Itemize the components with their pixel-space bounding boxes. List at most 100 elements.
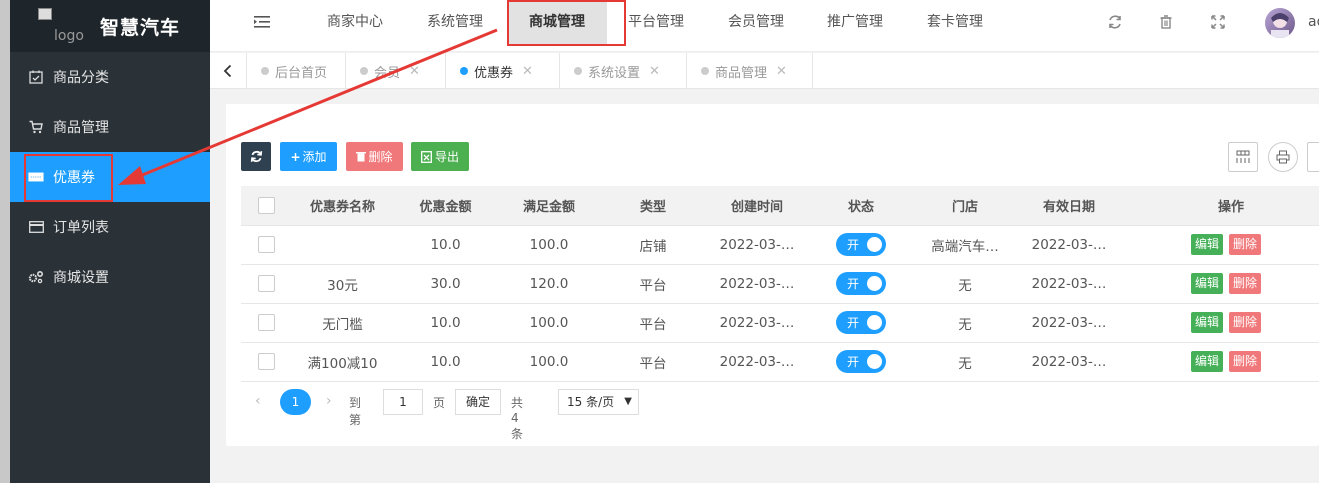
refresh-table-button[interactable] <box>241 142 271 171</box>
tab-label: 商品管理 <box>715 65 768 81</box>
topnav-item-4[interactable]: 会员管理 <box>706 0 806 44</box>
cell-type: 平台 <box>601 264 705 304</box>
column-header: 创建时间 <box>705 186 809 226</box>
status-toggle[interactable]: 开 <box>836 311 886 334</box>
column-header: 优惠金额 <box>394 186 497 226</box>
tab-1[interactable]: 会员 ✕ <box>346 53 446 89</box>
delete-button[interactable]: 删除 <box>346 142 403 171</box>
table-header: 优惠券名称 优惠金额 满足金额 类型 创建时间 状态 门店 有效日期 操作 <box>241 186 1319 226</box>
cell-name: 30元 <box>291 264 394 304</box>
menu-toggle-icon[interactable] <box>254 15 270 29</box>
sidebar-item-0[interactable]: 商品分类 <box>10 52 210 102</box>
tabs-scroll-left-button[interactable] <box>210 53 247 89</box>
sidebar-item-3[interactable]: 订单列表 <box>10 202 210 252</box>
edit-button[interactable]: 编辑 <box>1191 273 1224 294</box>
column-filter-button[interactable] <box>1228 142 1258 172</box>
cell-amount: 10.0 <box>394 225 497 265</box>
row-delete-button[interactable]: 删除 <box>1229 312 1262 333</box>
refresh-icon[interactable] <box>1107 14 1123 30</box>
goto-page-input[interactable]: 1 <box>383 389 423 415</box>
row-checkbox[interactable] <box>257 314 275 331</box>
row-delete-button[interactable]: 删除 <box>1229 351 1262 372</box>
tab-0[interactable]: 后台首页 <box>247 53 346 89</box>
delete-button-label: 删除 <box>368 150 393 164</box>
fullscreen-icon[interactable] <box>1210 14 1226 30</box>
credit-card-icon <box>28 219 44 235</box>
edit-button[interactable]: 编辑 <box>1191 234 1224 255</box>
column-header: 操作 <box>1121 186 1319 226</box>
close-tab-icon[interactable]: ✕ <box>522 64 533 79</box>
sidebar-item-label: 商城设置 <box>53 270 109 286</box>
top-bar: 商家中心系统管理商城管理平台管理会员管理推广管理套卡管理 ad <box>210 0 1319 52</box>
row-checkbox[interactable] <box>257 353 275 370</box>
sidebar-item-label: 商品管理 <box>53 120 109 136</box>
topnav-item-5[interactable]: 推广管理 <box>805 0 905 44</box>
goto-confirm-button[interactable]: 确定 <box>455 389 501 415</box>
row-checkbox[interactable] <box>257 275 275 292</box>
column-header: 满足金额 <box>497 186 601 226</box>
column-header: 状态 <box>809 186 913 226</box>
tab-label: 系统设置 <box>588 65 641 81</box>
sidebar-item-1[interactable]: 商品管理 <box>10 102 210 152</box>
chevron-left-icon <box>223 64 232 78</box>
export-button[interactable]: 导出 <box>411 142 469 171</box>
topnav-item-1[interactable]: 系统管理 <box>405 0 505 44</box>
current-page-button[interactable]: 1 <box>280 389 311 415</box>
add-button[interactable]: + 添加 <box>280 142 337 171</box>
next-page-icon[interactable]: › <box>326 393 332 409</box>
status-toggle[interactable]: 开 <box>836 272 886 295</box>
cell-actions: 编辑 删除 <box>1121 342 1319 382</box>
cell-status: 开 <box>809 342 913 382</box>
close-tab-icon[interactable]: ✕ <box>409 64 420 79</box>
tab-dot-icon <box>460 67 468 75</box>
row-delete-button[interactable]: 删除 <box>1229 273 1262 294</box>
select-all-checkbox[interactable] <box>257 196 275 214</box>
prev-page-icon[interactable]: ‹ <box>255 393 261 409</box>
tab-dot-icon <box>701 67 709 75</box>
avatar[interactable] <box>1265 8 1295 38</box>
total-count: 共 4 条 <box>511 396 524 441</box>
tab-2[interactable]: 优惠券 ✕ <box>446 53 560 89</box>
sidebar: logo 智慧汽车 商品分类 商品管理 优惠券 订单列表 商城设置 <box>10 0 210 483</box>
cell-valid: 2022-03-… <box>1017 303 1121 343</box>
user-name[interactable]: ad <box>1308 14 1319 30</box>
topnav-item-6[interactable]: 套卡管理 <box>905 0 1005 44</box>
tab-4[interactable]: 商品管理 ✕ <box>687 53 813 89</box>
close-tab-icon[interactable]: ✕ <box>649 64 660 79</box>
trash-icon[interactable] <box>1158 14 1174 30</box>
export-tools-button[interactable] <box>1307 142 1319 172</box>
page-size-select[interactable]: 15 条/页 ▼ <box>558 389 639 415</box>
print-icon <box>1276 150 1290 164</box>
cell-store: 无 <box>913 264 1017 304</box>
close-tab-icon[interactable]: ✕ <box>776 64 787 79</box>
cell-created: 2022-03-… <box>705 342 809 382</box>
column-header: 有效日期 <box>1017 186 1121 226</box>
table-row: 30元 30.0 120.0 平台 2022-03-… 开无 2022-03-… 编辑 删除 <box>241 264 1319 304</box>
edit-button[interactable]: 编辑 <box>1191 351 1224 372</box>
broken-image-icon <box>38 8 52 20</box>
goto-suffix: 页 <box>433 396 446 410</box>
cell-status: 开 <box>809 225 913 265</box>
table-row: 10.0 100.0 店铺 2022-03-… 开高端汽车… 2022-03-… 编辑 删除 <box>241 225 1319 265</box>
tab-3[interactable]: 系统设置 ✕ <box>560 53 687 89</box>
cart-icon <box>28 119 44 135</box>
toggle-knob <box>867 237 882 252</box>
coupon-table: 优惠券名称 优惠金额 满足金额 类型 创建时间 状态 门店 有效日期 操作 10.0 100.0 店… <box>241 186 1319 382</box>
topnav-item-0[interactable]: 商家中心 <box>305 0 405 44</box>
cell-status: 开 <box>809 264 913 304</box>
tab-label: 会员 <box>374 65 401 81</box>
row-delete-button[interactable]: 删除 <box>1229 234 1262 255</box>
caret-down-icon: ▼ <box>624 396 632 407</box>
row-checkbox[interactable] <box>257 236 275 253</box>
status-toggle[interactable]: 开 <box>836 350 886 373</box>
sidebar-item-4[interactable]: 商城设置 <box>10 252 210 302</box>
cell-valid: 2022-03-… <box>1017 342 1121 382</box>
edit-button[interactable]: 编辑 <box>1191 312 1224 333</box>
cell-status: 开 <box>809 303 913 343</box>
row-select-cell <box>241 225 291 265</box>
status-toggle[interactable]: 开 <box>836 233 886 256</box>
print-button[interactable] <box>1268 142 1298 172</box>
row-select-cell <box>241 342 291 382</box>
cell-actions: 编辑 删除 <box>1121 303 1319 343</box>
cell-valid: 2022-03-… <box>1017 225 1121 265</box>
